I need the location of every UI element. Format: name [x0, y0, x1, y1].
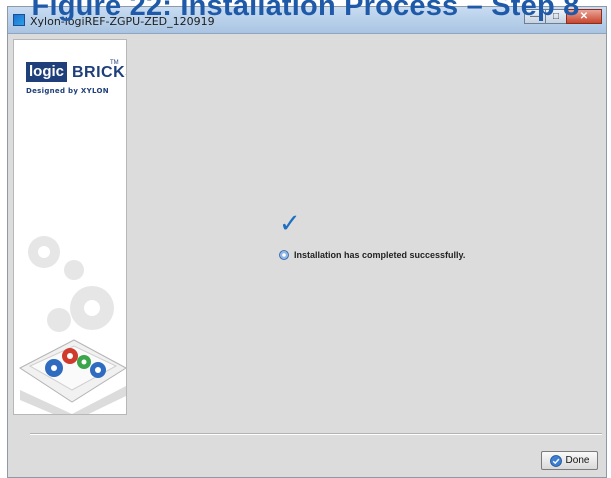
- footer-divider: [30, 433, 602, 435]
- done-button[interactable]: Done: [541, 451, 598, 470]
- logo-badge: logic: [26, 62, 68, 82]
- gears-illustration: [19, 236, 126, 414]
- document-heading: Figure 22: Installation Process – Step 8: [31, 0, 580, 22]
- done-icon: [549, 454, 562, 467]
- logicbricks-logo: logic BRICKS TM Designed by XYLON: [26, 58, 126, 100]
- logo-trademark: TM: [110, 60, 119, 66]
- status-row: Installation has completed successfully.: [279, 250, 465, 260]
- status-message: Installation has completed successfully.: [294, 250, 466, 260]
- logo-word: BRICKS: [72, 64, 126, 81]
- content-area: ✓ Installation has completed successfull…: [130, 39, 600, 415]
- info-icon: [279, 250, 289, 260]
- done-label: Done: [565, 455, 590, 466]
- logo-tagline: Designed by XYLON: [26, 87, 109, 95]
- installer-window: Xylon-logiREF-ZGPU-ZED_120919 — □ ✕ logi…: [7, 6, 607, 478]
- checkmark-icon: ✓: [279, 209, 301, 239]
- side-panel: logic BRICKS TM Designed by XYLON: [13, 39, 127, 415]
